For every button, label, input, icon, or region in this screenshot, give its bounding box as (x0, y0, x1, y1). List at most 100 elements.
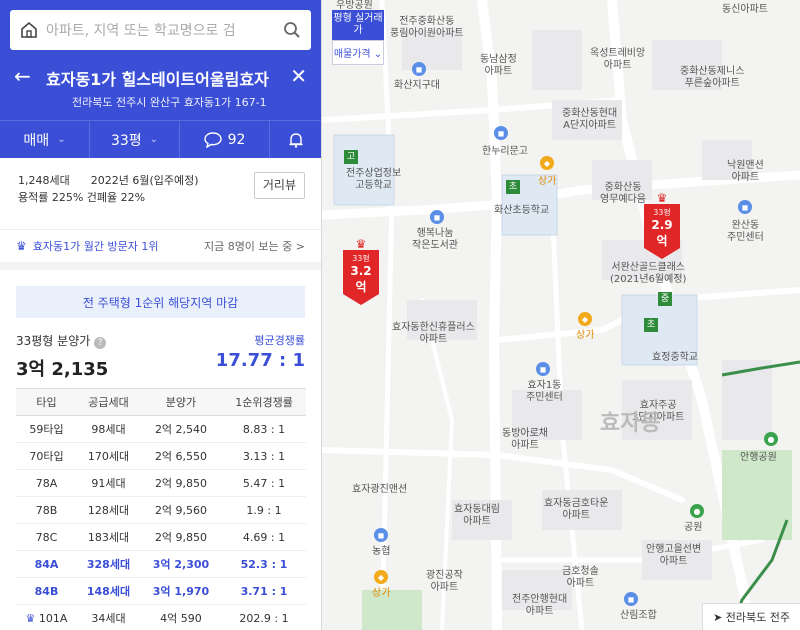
map-label: 우방공원 (336, 0, 373, 11)
cell: 4억 590 (139, 604, 223, 630)
map-label: 서완산골드클래스 (2021년6월예정) (610, 262, 687, 285)
cell: 59타입 (16, 415, 77, 443)
shopping-icon: ◆ (374, 570, 388, 584)
apartment-address: 전라북도 전주시 완산구 효자동1가 167-1 (72, 96, 267, 109)
cell: 3.71 : 1 (222, 577, 306, 605)
price-summary: 33평형 분양가 ? 3억 2,135 평균경쟁률 17.77 : 1 (16, 332, 305, 380)
book-icon: ◼ (494, 126, 508, 140)
cell: 2억 2,540 (139, 415, 223, 443)
cell: 328세대 (77, 550, 140, 578)
map-mode-toggle[interactable]: 평형 실거래가 매물가격 ⌄ (332, 10, 384, 65)
cell: 2억 9,850 (139, 523, 223, 551)
shop-poi[interactable]: ◆ (374, 570, 388, 586)
viewer-count: 지금 8명이 보는 중 > (203, 240, 305, 253)
map-label: 효자동금호타운 아파트 (544, 498, 609, 521)
cell: 3.13 : 1 (222, 442, 306, 470)
park-poi[interactable]: ● (690, 504, 704, 520)
map-roads (322, 0, 800, 630)
marker-price: 3.2억 (350, 264, 372, 294)
price-marker[interactable]: ♛ 33평 2.9억 (644, 192, 680, 259)
building-icon: ◼ (624, 592, 638, 606)
map-label: 동방아로채 아파트 (502, 428, 548, 451)
school-flag-elementary[interactable]: 초 (506, 180, 520, 194)
cell: 98세대 (77, 415, 140, 443)
park-icon: ● (690, 504, 704, 518)
close-icon[interactable]: ✕ (290, 64, 307, 88)
cell: 170세대 (77, 442, 140, 470)
area-select[interactable]: 33평 ⌄ (90, 121, 180, 158)
col-header: 분양가 (139, 388, 223, 416)
park-poi[interactable]: ● (764, 432, 778, 448)
map-label: 화산초등학교 (494, 205, 550, 216)
cell: 5.47 : 1 (222, 469, 306, 497)
bookstore-poi[interactable]: ◼ (494, 126, 508, 142)
detail-panel: 아파트, 지역 또는 학교명으로 검 ← 효자동1가 힐스테이트어울림효자 ✕ … (0, 0, 322, 630)
map-label: 효자동한신휴플러스 아파트 (392, 322, 475, 345)
street-view-button[interactable]: 거리뷰 (253, 172, 305, 199)
cell: 2억 6,550 (139, 442, 223, 470)
notification-button[interactable] (270, 121, 321, 158)
toggle-real-price[interactable]: 평형 실거래가 (332, 10, 384, 40)
search-icon[interactable] (283, 21, 301, 39)
cell: 91세대 (77, 469, 140, 497)
cell: 78C (16, 523, 77, 551)
search-input[interactable]: 아파트, 지역 또는 학교명으로 검 (10, 10, 311, 50)
back-arrow-icon[interactable]: ← (14, 64, 31, 88)
price-marker[interactable]: ♛ 33평 3.2억 (343, 238, 379, 305)
map-view[interactable]: 평형 실거래가 매물가격 ⌄ 전주중화산동 풍림아이원아파트 동남삼정 아파트 … (322, 0, 800, 630)
deal-type-select[interactable]: 매매 ⌄ (0, 121, 90, 158)
map-label: 안행공원 (740, 452, 777, 463)
map-label: 전주상업정보 고등학교 (346, 168, 402, 191)
marker-body: 33평 3.2억 (343, 250, 379, 305)
shopping-icon: ◆ (540, 156, 554, 170)
notice-banner: 전 주택형 1순위 해당지역 마감 (16, 286, 305, 318)
search-placeholder: 아파트, 지역 또는 학교명으로 검 (46, 23, 236, 39)
cell: 78B (16, 496, 77, 524)
toggle-listing-price[interactable]: 매물가격 ⌄ (332, 40, 384, 65)
library-icon: ◼ (430, 210, 444, 224)
map-label: 효자광진맨션 (352, 484, 408, 495)
help-icon[interactable]: ? (94, 337, 107, 349)
area-label: 33평 (110, 132, 142, 149)
school-flag-high[interactable]: 고 (344, 150, 358, 164)
cell: 4.69 : 1 (222, 523, 306, 551)
table-row: ♛ 101A 34세대 4억 590 202.9 : 1 (16, 604, 306, 630)
cell: 2억 9,560 (139, 496, 223, 524)
col-header: 공급세대 (77, 388, 140, 416)
map-label: 효자1동 주민센터 (526, 380, 563, 403)
school-flag-middle[interactable]: 중 (658, 292, 672, 306)
police-poi[interactable]: ◼ (412, 62, 426, 78)
table-row: 78A 91세대 2억 9,850 5.47 : 1 (16, 469, 306, 497)
comment-button[interactable]: 92 (180, 121, 270, 158)
school-flag-elementary[interactable]: 초 (644, 318, 658, 332)
shop-poi[interactable]: ◆ (540, 156, 554, 172)
crown-icon: ♛ (25, 611, 39, 625)
map-label: 한누리문고 (482, 146, 528, 157)
current-location-label[interactable]: ➤ 전라북도 전주 (702, 603, 800, 630)
shop-poi[interactable]: ◆ (578, 312, 592, 328)
library-poi[interactable]: ◼ (430, 210, 444, 226)
community-center-poi[interactable]: ◼ (738, 200, 752, 216)
table-row: 59타입 98세대 2억 2,540 8.83 : 1 (16, 415, 306, 443)
police-icon: ◼ (412, 62, 426, 76)
map-label: 효정중학교 (652, 352, 698, 363)
filter-tabbar: 매매 ⌄ 33평 ⌄ 92 (0, 120, 321, 158)
bank-poi[interactable]: ◼ (374, 528, 388, 544)
col-header: 1순위경쟁률 (222, 388, 306, 416)
cell: 2억 9,850 (139, 469, 223, 497)
cell: 70타입 (16, 442, 77, 470)
office-poi[interactable]: ◼ (536, 362, 550, 378)
visitor-label: 효자동1가 월간 방문자 1위 (32, 240, 159, 253)
crown-icon: ♛ (656, 191, 668, 205)
forest-union-poi[interactable]: ◼ (624, 592, 638, 608)
visitor-banner[interactable]: ♛ 효자동1가 월간 방문자 1위 지금 8명이 보는 중 > (0, 230, 321, 270)
table-row: 84A 328세대 3억 2,300 52.3 : 1 (16, 550, 306, 578)
map-label: 상가 (538, 176, 557, 187)
table-row: 78B 128세대 2억 9,560 1.9 : 1 (16, 496, 306, 524)
map-label: 공원 (684, 522, 703, 533)
map-label: 동남삼정 아파트 (480, 54, 517, 77)
park-icon: ● (764, 432, 778, 446)
map-label: 완산동 주민센터 (727, 220, 764, 243)
map-label: 전주중화산동 풍림아이원아파트 (390, 16, 464, 39)
map-label: 상가 (372, 588, 391, 599)
